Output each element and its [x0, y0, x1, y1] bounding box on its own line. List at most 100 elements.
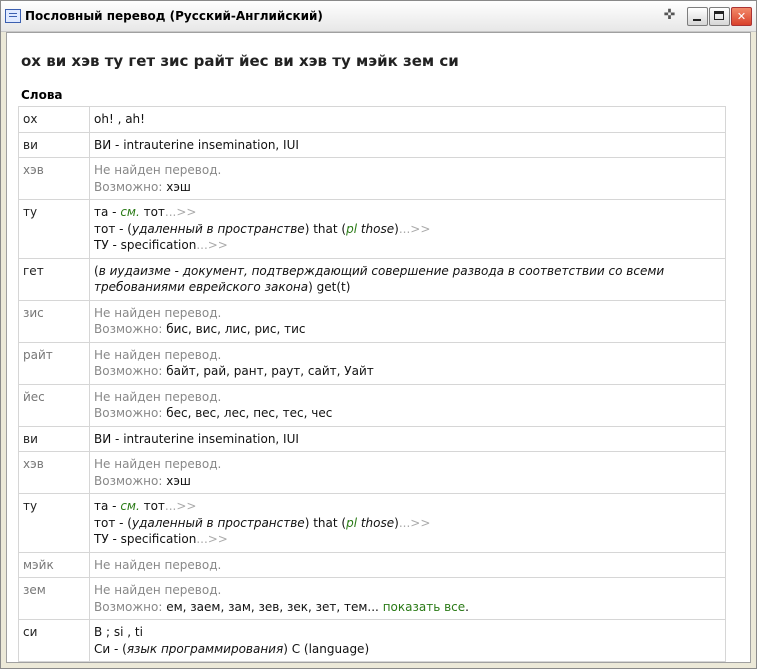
table-row: райт Не найден перевод. Возможно: байт, р…	[18, 341, 726, 385]
translation-cell: та - см. тот...>> тот - (удаленный в прос…	[89, 493, 726, 553]
window-title: Пословный перевод (Русский-Английский)	[25, 9, 323, 23]
word-cell: зем	[18, 577, 90, 620]
reference-link[interactable]: тот	[140, 205, 165, 219]
table-row: хэв Не найден перевод. Возможно: хэш	[18, 451, 726, 494]
translation-text: ) that (	[304, 515, 347, 530]
separator: -	[108, 499, 121, 513]
more-link[interactable]: ...>>	[399, 516, 431, 530]
usage-note: язык программирования	[126, 641, 284, 656]
not-found-text: Не найден перевод.	[94, 457, 222, 471]
table-row: ви ВИ - intrauterine insemination, IUI	[18, 131, 726, 158]
separator: -	[108, 238, 121, 252]
word-cell: хэв	[18, 157, 90, 200]
word-cell: ох	[18, 106, 90, 133]
more-link[interactable]: ...>>	[196, 532, 228, 546]
word-cell: йес	[18, 383, 90, 427]
table-row: гет (в иудаизме - документ, подтверждающ…	[18, 257, 726, 301]
suggestion-link[interactable]: бис, вис, лис, рис, тис	[166, 322, 305, 336]
suggestion-link[interactable]: байт, рай, рант, раут, сайт, Уайт	[166, 364, 374, 378]
translation-cell: Не найден перевод. Возможно: ем, заем, за…	[89, 577, 726, 620]
separator: -	[108, 532, 121, 546]
entry-link[interactable]: тот	[94, 222, 115, 236]
usage-note: в иудаизме - документ, подтверждающий со…	[94, 263, 665, 295]
reference-link[interactable]: тот	[140, 499, 165, 513]
pin-button[interactable]: ✜	[659, 7, 680, 26]
translation-cell: Не найден перевод. Возможно: байт, рай, р…	[89, 341, 726, 385]
section-label-words: Слова	[21, 88, 63, 102]
separator: - (	[110, 641, 127, 656]
table-row: ту та - см. тот...>> тот - (удаленный в п…	[18, 493, 726, 553]
not-found-text: Не найден перевод.	[94, 583, 222, 597]
abbr-link[interactable]: ТУ	[94, 238, 109, 252]
plural-form: those	[357, 515, 395, 530]
app-window-icon	[5, 9, 21, 23]
word-cell: ви	[18, 425, 90, 452]
maybe-label: Возможно:	[94, 322, 163, 336]
table-row: зем Не найден перевод. Возможно: ем, заем…	[18, 577, 726, 620]
translation-text: specification	[120, 238, 197, 252]
pin-icon: ✜	[663, 7, 676, 23]
translation-text: intrauterine insemination, IUI	[123, 431, 299, 446]
translation-text: oh! , ah!	[94, 112, 145, 126]
suggestion-link[interactable]: бес, вес, лес, пес, тес, чес	[166, 406, 332, 420]
translation-cell: та - см. тот...>> тот - (удаленный в прос…	[89, 199, 726, 259]
see-label: см.	[120, 205, 140, 219]
translation-text: intrauterine insemination, IUI	[123, 137, 299, 152]
not-found-text: Не найден перевод.	[94, 305, 222, 320]
word-cell: зис	[18, 299, 90, 343]
plural-form: those	[357, 221, 395, 236]
suggestion-link[interactable]: ем, заем, зам, зев, зек, зет, тем...	[166, 600, 379, 614]
table-row: ви ВИ - intrauterine insemination, IUI	[18, 425, 726, 452]
suggestion-link[interactable]: хэш	[166, 474, 191, 488]
translation-cell: oh! , ah!	[89, 106, 726, 133]
word-cell: ви	[18, 131, 90, 158]
entry-link[interactable]: та	[94, 205, 108, 219]
table-row: мэйк Не найден перевод.	[18, 551, 726, 578]
translation-text: specification	[120, 532, 197, 546]
table-row: хэв Не найден перевод. Возможно: хэш	[18, 157, 726, 200]
abbr-link[interactable]: ВИ	[94, 432, 111, 446]
translation-text: В ; si , ti	[94, 625, 143, 639]
maybe-label: Возможно:	[94, 599, 163, 614]
translation-cell: В ; si , ti Си - (язык программирования) …	[89, 619, 726, 662]
translation-cell: ВИ - intrauterine insemination, IUI	[89, 131, 726, 158]
entry-link[interactable]: тот	[94, 516, 115, 530]
maybe-label: Возможно:	[94, 364, 163, 378]
close-icon: ✕	[736, 10, 747, 23]
abbr-link[interactable]: ТУ	[94, 532, 109, 546]
more-link[interactable]: ...>>	[399, 222, 431, 236]
separator: -	[108, 205, 121, 219]
maximize-button[interactable]	[709, 7, 730, 26]
period: .	[465, 599, 469, 614]
more-link[interactable]: ...>>	[165, 205, 197, 219]
entry-link[interactable]: Си	[94, 642, 110, 656]
minimize-button[interactable]	[687, 7, 708, 26]
more-link[interactable]: ...>>	[165, 499, 197, 513]
translation-cell: Не найден перевод. Возможно: хэш	[89, 157, 726, 200]
close-button[interactable]: ✕	[731, 7, 752, 26]
maybe-label: Возможно:	[94, 473, 163, 488]
translation-cell: (в иудаизме - документ, подтверждающий с…	[89, 257, 726, 301]
translation-text: ) get(t)	[308, 280, 351, 294]
more-link[interactable]: ...>>	[196, 238, 228, 252]
entry-link[interactable]: та	[94, 499, 108, 513]
maybe-label: Возможно:	[94, 406, 163, 420]
translation-window: Пословный перевод (Русский-Английский) ✜…	[0, 0, 757, 669]
table-row: ох oh! , ah!	[18, 106, 726, 133]
word-cell: гет	[18, 257, 90, 301]
not-found-text: Не найден перевод.	[94, 557, 222, 572]
table-row: зис Не найден перевод. Возможно: бис, вис…	[18, 299, 726, 343]
suggestion-link[interactable]: хэш	[166, 180, 191, 194]
abbr-link[interactable]: ВИ	[94, 138, 111, 152]
show-all-link[interactable]: показать все	[383, 600, 465, 614]
words-table: ох oh! , ah! ви ВИ - intrauterine insemi…	[18, 106, 726, 662]
see-label: см.	[120, 499, 140, 513]
plural-label: pl	[346, 221, 358, 236]
separator: - (	[115, 515, 132, 530]
translation-cell: Не найден перевод. Возможно: хэш	[89, 451, 726, 494]
usage-note: удаленный в пространстве	[131, 515, 305, 530]
word-cell: хэв	[18, 451, 90, 494]
translation-text: ) that (	[304, 221, 347, 236]
word-cell: си	[18, 619, 90, 662]
title-bar[interactable]: Пословный перевод (Русский-Английский) ✜…	[1, 1, 756, 32]
